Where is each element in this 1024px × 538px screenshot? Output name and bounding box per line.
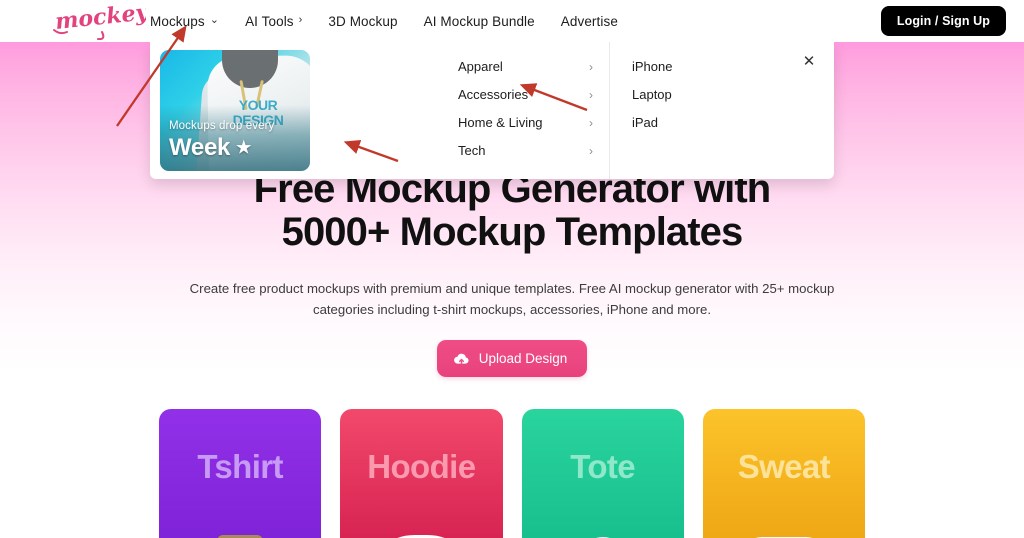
chevron-right-icon: ›: [589, 60, 593, 74]
page-root: mockey Mockups ⌄ AI Tools › 3D Mockup AI…: [0, 0, 1024, 538]
chevron-right-icon: ›: [589, 88, 593, 102]
chevron-right-icon: ›: [589, 144, 593, 158]
category-card-tote[interactable]: Tote: [521, 409, 684, 538]
nav-item-advertise-label: Advertise: [560, 13, 618, 29]
upload-design-label: Upload Design: [478, 351, 568, 366]
login-signup-button[interactable]: Login / Sign Up: [880, 6, 1006, 36]
nav-item-ai-tools-label: AI Tools: [245, 13, 294, 29]
dropdown-subcategory-column: iPhone Laptop iPad ✕: [610, 42, 834, 179]
hero-description-line-2: including t-shirt mockups, accessories, …: [377, 302, 712, 317]
promo-text-block: Mockups drop every Week ★: [169, 119, 274, 161]
dropdown-category-column: Apparel › Accessories › Home & Living › …: [458, 42, 610, 179]
promo-subtitle: Mockups drop every: [169, 120, 275, 132]
dropdown-category-apparel-label: Apparel: [458, 59, 503, 74]
dropdown-subitem-laptop[interactable]: Laptop: [632, 81, 834, 109]
category-card-tote-label: Tote: [570, 448, 636, 485]
category-card-sweat[interactable]: Sweat: [702, 409, 865, 538]
dropdown-category-tech[interactable]: Tech ›: [458, 137, 609, 165]
category-card-hoodie[interactable]: Hoodie: [340, 409, 503, 538]
dropdown-category-accessories-label: Accessories: [458, 87, 529, 102]
hero-section: Free Mockup Generator with 5000+ Mockup …: [0, 168, 1024, 377]
category-card-row: Tshirt Hoodie Tote Sweat: [159, 409, 865, 538]
chevron-right-icon: ›: [298, 13, 303, 26]
star-icon: ★: [236, 138, 252, 157]
nav-item-3d-mockup[interactable]: 3D Mockup: [328, 14, 411, 29]
nav-item-mockups[interactable]: Mockups ⌄: [150, 14, 233, 29]
svg-text:mockey: mockey: [54, 2, 146, 35]
dropdown-category-home-living[interactable]: Home & Living ›: [458, 109, 609, 137]
primary-nav: Mockups ⌄ AI Tools › 3D Mockup AI Mockup…: [150, 0, 644, 42]
category-card-tshirt[interactable]: Tshirt: [159, 409, 322, 538]
dropdown-subitem-ipad[interactable]: iPad: [632, 109, 834, 137]
chevron-right-icon: ›: [589, 116, 593, 130]
dropdown-category-home-living-label: Home & Living: [458, 115, 543, 130]
mockey-logo-icon: mockey: [53, 0, 152, 41]
site-header: mockey Mockups ⌄ AI Tools › 3D Mockup AI…: [0, 0, 1024, 42]
hero-description: Create free product mockups with premium…: [167, 278, 857, 320]
nav-item-advertise[interactable]: Advertise: [561, 14, 632, 29]
promo-title: Week: [169, 134, 231, 161]
upload-button-wrapper: Upload Design: [0, 340, 1024, 377]
mockey-logo[interactable]: mockey: [50, 0, 152, 41]
nav-item-ai-mockup-bundle-label: AI Mockup Bundle: [423, 13, 535, 29]
close-icon[interactable]: ✕: [800, 52, 818, 70]
nav-item-3d-mockup-label: 3D Mockup: [328, 13, 398, 29]
category-card-hoodie-label: Hoodie: [367, 448, 476, 485]
chevron-down-icon: ⌄: [209, 13, 220, 26]
page-title: Free Mockup Generator with 5000+ Mockup …: [0, 168, 1024, 254]
dropdown-category-apparel[interactable]: Apparel ›: [458, 53, 609, 81]
nav-item-ai-tools[interactable]: AI Tools ›: [245, 14, 316, 29]
category-card-sweat-label: Sweat: [737, 448, 831, 485]
nav-item-ai-mockup-bundle[interactable]: AI Mockup Bundle: [424, 14, 549, 29]
cloud-upload-icon: [453, 353, 469, 366]
page-title-line-2: 5000+ Mockup Templates: [281, 210, 744, 254]
category-card-tshirt-label: Tshirt: [197, 448, 283, 485]
upload-design-button[interactable]: Upload Design: [436, 340, 588, 377]
promo-card-weekly-mockups[interactable]: YOUR DESIGN Mockups drop every Week ★: [160, 50, 310, 171]
dropdown-category-tech-label: Tech: [458, 143, 486, 158]
dropdown-category-accessories[interactable]: Accessories ›: [458, 81, 609, 109]
promo-title-row: Week ★: [169, 134, 274, 161]
dropdown-promo-column: YOUR DESIGN Mockups drop every Week ★: [150, 42, 460, 179]
nav-item-mockups-label: Mockups: [150, 13, 205, 29]
mockups-dropdown-panel: YOUR DESIGN Mockups drop every Week ★ Ap…: [150, 42, 834, 179]
